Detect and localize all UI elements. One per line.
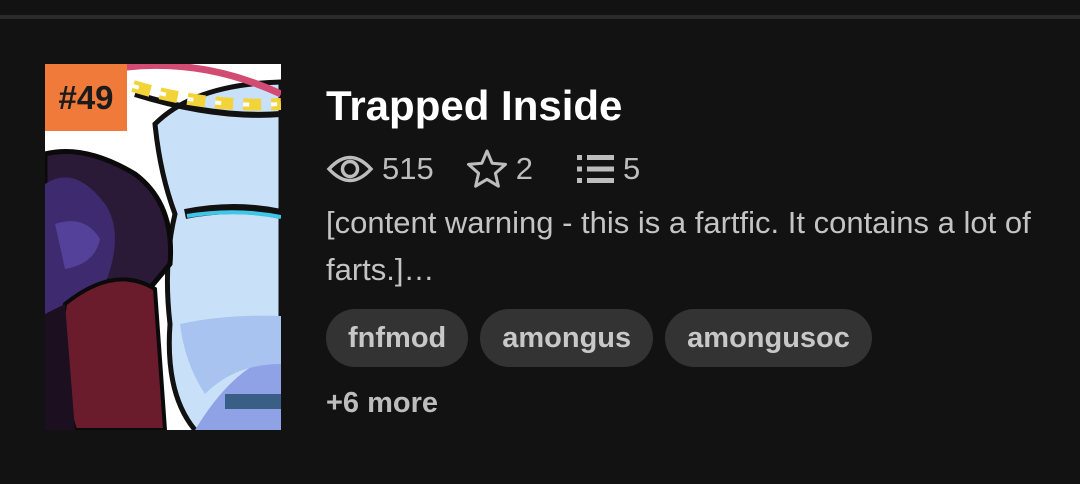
tag-pill[interactable]: amongus xyxy=(480,309,654,367)
story-description: [content warning - this is a fartfic. It… xyxy=(326,205,1031,287)
story-info: Trapped Inside 515 2 5 [content warning … xyxy=(326,79,1046,420)
more-tags-link[interactable]: +6 more xyxy=(326,387,1046,420)
stars-count: 2 xyxy=(515,151,533,186)
story-title[interactable]: Trapped Inside xyxy=(326,79,1046,133)
tag-pill[interactable]: amongusoc xyxy=(665,309,872,367)
story-stats: 515 2 5 xyxy=(326,147,1046,191)
story-card[interactable]: #49 Trapped Inside 515 2 5 [content warn… xyxy=(0,19,1080,484)
tag-pill[interactable]: fnfmod xyxy=(326,309,469,367)
story-cover-image[interactable]: #49 xyxy=(45,64,281,430)
views-stat: 515 xyxy=(326,151,434,187)
list-icon xyxy=(576,154,615,184)
views-count: 515 xyxy=(382,151,434,186)
parts-stat: 5 xyxy=(576,151,641,187)
parts-count: 5 xyxy=(622,151,641,186)
star-icon xyxy=(466,148,508,190)
eye-icon xyxy=(326,152,374,186)
stars-stat: 2 xyxy=(466,148,533,190)
tag-list: fnfmod amongus amongusoc xyxy=(326,309,1046,367)
rank-badge: #49 xyxy=(45,64,127,131)
